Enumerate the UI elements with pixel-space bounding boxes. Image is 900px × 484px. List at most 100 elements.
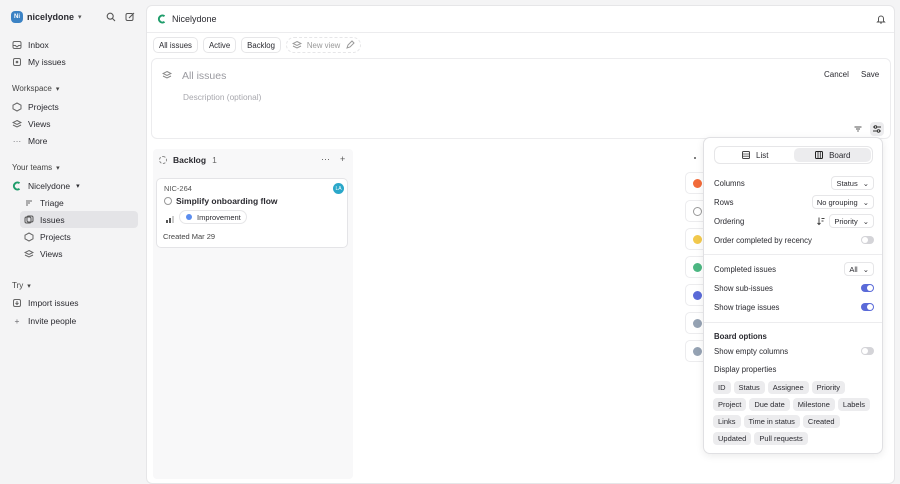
more-icon[interactable]: ···: [321, 154, 330, 164]
property-chip[interactable]: Pull requests: [754, 432, 808, 445]
property-chip[interactable]: Labels: [837, 398, 871, 411]
sidebar-item-team-views[interactable]: Views: [20, 245, 138, 262]
sidebar-item-triage[interactable]: Triage: [20, 194, 138, 211]
issue-card[interactable]: NIC-264 LA Simplify onboarding flow Impr…: [156, 178, 348, 248]
sidebar-item-label: Issues: [40, 214, 65, 225]
section-heading-label: Try: [12, 281, 24, 290]
tab-all-issues[interactable]: All issues: [153, 37, 198, 53]
select-value: Priority: [834, 216, 858, 226]
tab-label: New view: [306, 40, 341, 50]
sidebar-item-label: Triage: [40, 197, 64, 208]
sub-issues-toggle[interactable]: [861, 284, 874, 292]
triage-icon: [24, 198, 34, 208]
tab-active[interactable]: Active: [202, 37, 237, 53]
display-properties-heading-row: Display properties: [714, 361, 874, 377]
priority-icon[interactable]: [165, 214, 175, 224]
status-icon: [693, 263, 702, 272]
sidebar-item-team-projects[interactable]: Projects: [20, 228, 138, 245]
workspace-switcher[interactable]: Ni nicelydone ▾: [11, 11, 82, 23]
sidebar-item-label: Projects: [28, 101, 59, 112]
sidebar-item-label: Views: [28, 118, 51, 129]
select-value: All: [849, 264, 858, 274]
columns-select[interactable]: Status ⌄: [831, 176, 874, 190]
sidebar-item-views[interactable]: Views: [8, 115, 138, 132]
property-chip[interactable]: ID: [713, 381, 731, 394]
label-text: Improvement: [197, 212, 241, 222]
sidebar-item-invite-people[interactable]: + Invite people: [8, 312, 138, 329]
sidebar-item-inbox[interactable]: Inbox: [8, 36, 138, 53]
row-label: Show triage issues: [714, 302, 780, 312]
row-label: Order completed by recency: [714, 235, 812, 245]
empty-columns-row: Show empty columns: [714, 343, 874, 359]
avatar[interactable]: LA: [333, 183, 344, 194]
property-chip[interactable]: Milestone: [792, 398, 835, 411]
edit-icon: [345, 40, 356, 50]
label-badge[interactable]: Improvement: [179, 210, 247, 224]
property-chip[interactable]: Time in status: [743, 415, 800, 428]
search-icon[interactable]: [106, 12, 116, 22]
view-name-input[interactable]: All issues: [182, 70, 226, 82]
property-chip[interactable]: Updated: [713, 432, 752, 445]
team-name: Nicelydone: [28, 180, 71, 191]
bell-icon[interactable]: [876, 14, 886, 24]
chevron-down-icon: ⌄: [862, 216, 869, 226]
row-label: Show empty columns: [714, 346, 789, 356]
completed-issues-select[interactable]: All ⌄: [844, 262, 874, 276]
sidebar-item-import-issues[interactable]: Import issues: [8, 294, 138, 311]
save-button[interactable]: Save: [861, 70, 879, 79]
property-chip[interactable]: Project: [713, 398, 747, 411]
order-completed-toggle[interactable]: [861, 236, 874, 244]
chevron-down-icon: ⌄: [862, 264, 869, 274]
column-count: 1: [212, 155, 217, 165]
add-issue-icon[interactable]: +: [340, 154, 345, 164]
board-icon: [814, 150, 824, 160]
empty-columns-toggle[interactable]: [861, 347, 874, 355]
sub-issues-row: Show sub-issues: [714, 280, 874, 296]
display-properties-heading: Display properties: [714, 364, 777, 374]
property-chip[interactable]: Status: [733, 381, 765, 394]
status-icon: [693, 235, 702, 244]
page-title: Nicelydone: [172, 14, 217, 24]
display-properties-chips: ID Status Assignee Priority Project Due …: [713, 381, 878, 445]
chevron-down-icon: ▾: [76, 182, 80, 190]
workspace-section-heading[interactable]: Workspace ▾: [12, 84, 59, 93]
sidebar-item-projects[interactable]: Projects: [8, 98, 138, 115]
ordering-select[interactable]: Priority ⌄: [829, 214, 874, 228]
tab-new-view[interactable]: New view: [285, 37, 362, 53]
sidebar-item-issues[interactable]: Issues: [20, 211, 138, 228]
sidebar-item-more[interactable]: ··· More: [8, 132, 138, 149]
sidebar-team-nicelydone[interactable]: Nicelydone ▾: [8, 177, 138, 194]
sidebar-item-label: My issues: [28, 56, 66, 67]
rows-select[interactable]: No grouping ⌄: [811, 195, 874, 209]
property-chip[interactable]: Priority: [811, 381, 845, 394]
layout-list-option[interactable]: List: [716, 148, 794, 162]
board-options-heading: Board options: [714, 332, 767, 341]
team-logo-icon: [157, 14, 167, 24]
view-description-input[interactable]: Description (optional): [183, 92, 261, 102]
projects-icon: [12, 101, 22, 112]
tab-backlog[interactable]: Backlog: [241, 37, 281, 53]
property-chip[interactable]: Links: [713, 415, 741, 428]
property-chip[interactable]: Created: [802, 415, 840, 428]
property-chip[interactable]: Assignee: [767, 381, 809, 394]
select-value: Status: [836, 178, 858, 188]
compose-icon[interactable]: [125, 12, 135, 22]
try-section-heading[interactable]: Try ▾: [12, 281, 31, 290]
sidebar-item-label: Invite people: [28, 315, 77, 326]
cancel-button[interactable]: Cancel: [824, 70, 849, 79]
sidebar-item-my-issues[interactable]: My issues: [8, 53, 138, 70]
display-options-button[interactable]: [870, 122, 884, 136]
triage-toggle[interactable]: [861, 303, 874, 311]
projects-icon: [24, 231, 34, 242]
filter-icon: [853, 124, 863, 134]
sort-order-icon[interactable]: [816, 216, 826, 226]
row-label: Rows: [714, 197, 734, 207]
teams-section-heading[interactable]: Your teams ▾: [12, 163, 60, 172]
layout-board-option[interactable]: Board: [793, 148, 871, 162]
chevron-down-icon: ⌄: [862, 197, 869, 207]
property-chip[interactable]: Due date: [749, 398, 790, 411]
views-icon: [12, 119, 22, 129]
workspace-avatar: Ni: [11, 11, 23, 23]
status-icon[interactable]: [164, 197, 172, 205]
filter-button[interactable]: [851, 122, 865, 136]
